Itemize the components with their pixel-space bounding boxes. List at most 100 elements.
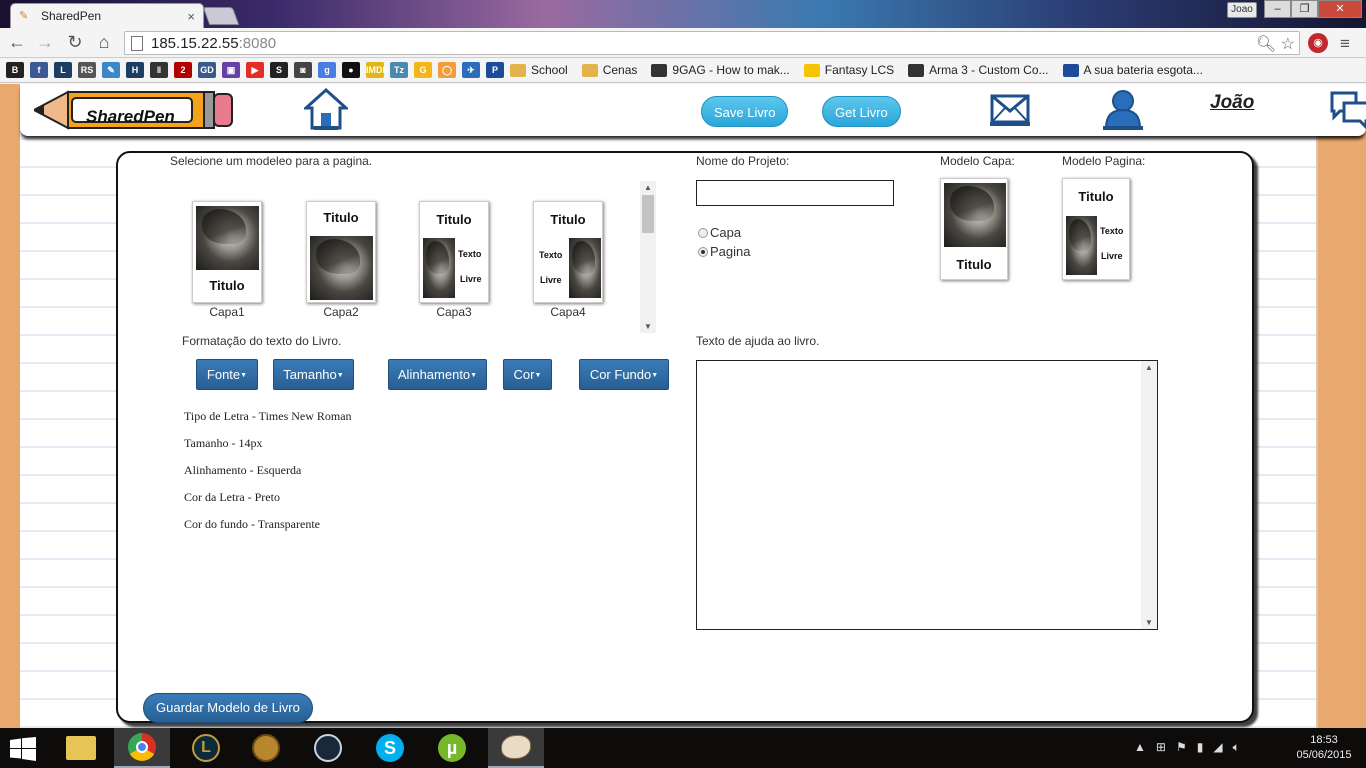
p-icon[interactable]: P [486, 62, 504, 78]
google-icon[interactable]: g [318, 62, 336, 78]
utorrent-icon[interactable]: µ [424, 728, 480, 768]
address-bar[interactable]: 185.15.22.55:8080 🔍︎ ☆ [124, 31, 1300, 55]
new-tab-button[interactable] [202, 7, 240, 25]
model-name: Capa4 [550, 305, 586, 319]
background-color-dropdown-button[interactable]: Cor Fundo▼ [579, 359, 669, 390]
gd-icon[interactable]: GD [198, 62, 216, 78]
windows-start-icon[interactable] [10, 737, 36, 764]
get-livro-button[interactable]: Get Livro [822, 96, 901, 127]
g-orange-icon[interactable]: G [414, 62, 432, 78]
volume-icon[interactable]: 🔈︎ [1233, 740, 1240, 755]
cover-image [310, 236, 373, 300]
chat-icon[interactable] [1330, 89, 1366, 132]
bookmark-link[interactable]: 9GAG - How to mak... [651, 63, 790, 77]
bookmark-star-icon[interactable]: 🔍︎ ☆ [1256, 34, 1295, 54]
steam-icon[interactable] [300, 728, 356, 768]
save-book-model-button[interactable]: Guardar Modelo de Livro [143, 693, 313, 723]
scroll-thumb[interactable] [642, 195, 654, 233]
project-name-input[interactable] [696, 180, 894, 206]
scroll-up-icon[interactable]: ▲ [1145, 363, 1153, 372]
tray-expand-icon[interactable]: ▲ [1134, 740, 1146, 755]
help-scrollbar[interactable]: ▲ ▼ [1141, 361, 1157, 629]
bar-icon[interactable]: ‖ [150, 62, 168, 78]
bookmark-label: School [531, 63, 568, 77]
file-explorer-icon[interactable] [53, 728, 109, 768]
close-window-button[interactable]: ✕ [1318, 0, 1362, 18]
imdb-icon[interactable]: IMDb [366, 62, 388, 78]
cover-image [944, 183, 1006, 247]
chrome-icon[interactable] [114, 728, 170, 768]
size-dropdown-button[interactable]: Tamanho▼ [273, 359, 354, 390]
blogger-icon[interactable]: B [6, 62, 24, 78]
skype-icon[interactable]: S [362, 728, 418, 768]
bookmark-link[interactable]: Fantasy LCS [803, 63, 894, 77]
radio-pagina-circle[interactable] [698, 246, 708, 257]
radio-capa-circle[interactable] [698, 227, 708, 238]
bird-icon[interactable]: ✈ [462, 62, 480, 78]
tab-close-icon[interactable]: × [187, 9, 195, 24]
color-dropdown-button[interactable]: Cor▼ [503, 359, 552, 390]
signal-icon[interactable]: ◢ [1213, 740, 1222, 755]
help-textarea[interactable]: ▲ ▼ [696, 360, 1158, 630]
username-link[interactable]: João [1210, 92, 1254, 114]
minimize-button[interactable]: – [1264, 0, 1291, 18]
home-nav-icon[interactable]: ⌂ [93, 32, 115, 53]
bookmark-link[interactable]: A sua bateria esgota... [1062, 63, 1203, 77]
font-dropdown-button[interactable]: Fonte▼ [196, 359, 258, 390]
windows-icon[interactable]: ⊞ [1156, 740, 1166, 755]
bookmark-link[interactable]: School [510, 63, 568, 77]
sharedpen-logo[interactable]: SharedPen [31, 90, 234, 130]
youtube-icon[interactable]: ▶ [246, 62, 264, 78]
hearthstone-icon[interactable] [238, 728, 294, 768]
bookmark-label: A sua bateria esgota... [1083, 63, 1203, 77]
mail-icon[interactable] [990, 94, 1030, 129]
restore-button[interactable]: ❐ [1291, 0, 1318, 18]
battery-icon[interactable]: ▮ [1197, 740, 1204, 755]
clock[interactable]: 18:53 05/06/2015 [1286, 733, 1362, 763]
home-icon[interactable] [302, 87, 350, 133]
s-icon[interactable]: S [270, 62, 288, 78]
model-capa3[interactable]: Titulo Texto Livre Capa3 [419, 201, 489, 319]
bookmark-link[interactable]: Arma 3 - Custom Co... [908, 63, 1049, 77]
back-icon[interactable]: ← [6, 32, 28, 53]
paint-icon[interactable] [488, 728, 544, 768]
p-icon [1062, 63, 1079, 77]
forward-icon[interactable]: → [34, 32, 56, 53]
menu-icon[interactable]: ≡ [1340, 34, 1350, 54]
folder-icon [581, 63, 598, 77]
alignment-dropdown-button[interactable]: Alinhamento▼ [388, 359, 487, 390]
model-capa2[interactable]: Titulo Capa2 [306, 201, 376, 319]
system-tray[interactable]: ▲ ⊞ ⚑ ▮ ◢ 🔈︎ [1134, 740, 1240, 755]
profile-button[interactable]: Joao [1227, 2, 1257, 18]
model-capa1[interactable]: Titulo Capa1 [192, 201, 262, 319]
car-icon[interactable]: ◙ [294, 62, 312, 78]
bookmark-link[interactable]: Cenas [581, 63, 637, 77]
extension-icon[interactable]: ◉ [1308, 33, 1328, 53]
lol-icon[interactable]: L [54, 62, 72, 78]
rs-icon[interactable]: RS [78, 62, 96, 78]
flag-icon[interactable]: ⚑ [1176, 740, 1187, 755]
user-profile-icon[interactable] [1103, 88, 1143, 133]
browser-tab[interactable]: ✎ SharedPen × [10, 3, 204, 28]
twitch-icon[interactable]: ▣ [222, 62, 240, 78]
circle-icon[interactable]: ● [342, 62, 360, 78]
scroll-down-icon[interactable]: ▼ [1145, 618, 1153, 627]
hltv-icon[interactable]: H [126, 62, 144, 78]
save-livro-button[interactable]: Save Livro [701, 96, 789, 127]
radio-capa[interactable]: Capa [698, 225, 741, 240]
reload-icon[interactable]: ↻ [64, 32, 86, 53]
tz-icon[interactable]: Tz [390, 62, 408, 78]
league-of-legends-icon[interactable]: L [178, 728, 234, 768]
scroll-down-icon[interactable]: ▼ [644, 322, 652, 331]
scroll-up-icon[interactable]: ▲ [644, 183, 652, 192]
facebook-icon[interactable]: f [30, 62, 48, 78]
model-list-scrollbar[interactable]: ▲ ▼ [640, 181, 656, 333]
cover-image [196, 206, 259, 270]
model-capa4[interactable]: Titulo Texto Livre Capa4 [533, 201, 603, 319]
model-list[interactable]: Titulo Capa1 Titulo Capa2 Titulo Texto L… [172, 181, 660, 333]
9gag-icon [651, 63, 668, 77]
radio-pagina[interactable]: Pagina [698, 244, 750, 259]
number-2-icon[interactable]: 2 [174, 62, 192, 78]
chat-bubble-icon[interactable]: ◯ [438, 62, 456, 78]
edit-icon[interactable]: ✎ [102, 62, 120, 78]
